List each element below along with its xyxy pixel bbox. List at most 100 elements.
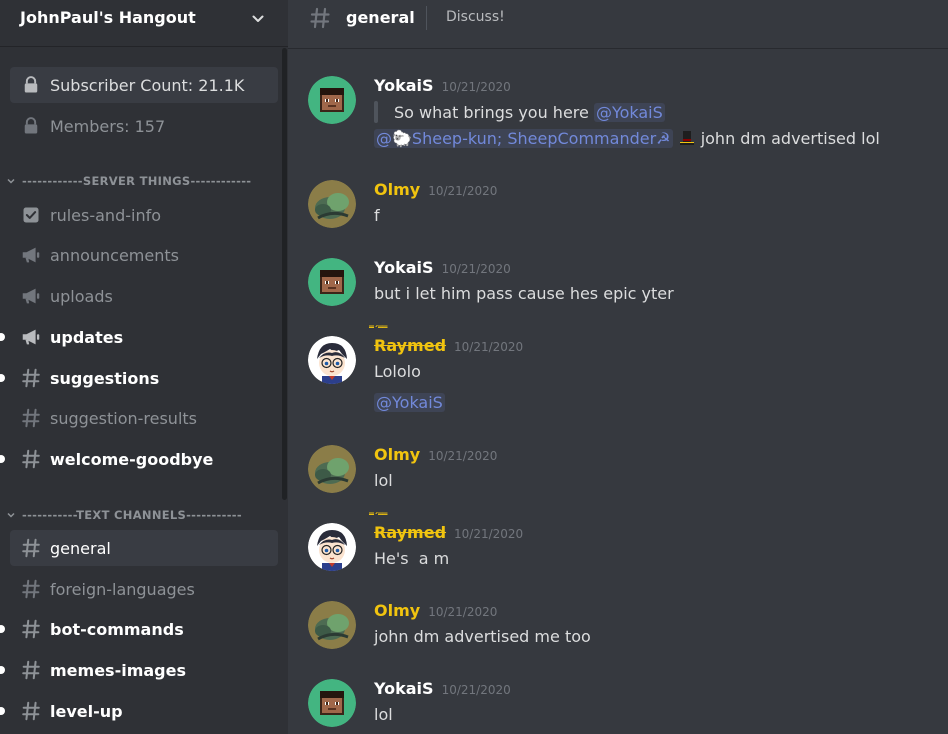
- channel-level-up[interactable]: level-up: [0, 693, 278, 729]
- channel-label: level-up: [50, 701, 123, 721]
- user-mention[interactable]: @YokaiS: [374, 393, 445, 412]
- divider: [426, 6, 427, 30]
- hash-icon: [20, 448, 42, 470]
- quote-body: So what brings you here: [394, 103, 594, 122]
- chevron-down-icon: [7, 512, 15, 518]
- channel-label: general: [50, 538, 111, 558]
- hash-icon: [20, 367, 42, 389]
- unread-indicator: [0, 455, 5, 463]
- hash-icon: [20, 618, 42, 640]
- message-text: @YokaiS: [374, 393, 445, 412]
- author-name[interactable]: Olmy: [374, 180, 420, 199]
- quote-text: So what brings you here @YokaiS: [394, 103, 665, 122]
- channel-label: suggestion-results: [50, 408, 197, 428]
- timestamp: 10/21/2020: [441, 80, 511, 94]
- timestamp: 10/21/2020: [454, 527, 524, 541]
- author-name[interactable]: Olmy: [374, 601, 420, 620]
- author-name[interactable]: Olmy: [374, 445, 420, 464]
- hash-icon: [20, 700, 42, 722]
- message: YokaiS 10/21/2020 lol: [288, 679, 948, 729]
- chat-header: general Discuss!: [288, 0, 948, 48]
- channel-bot-commands[interactable]: bot-commands: [0, 611, 278, 647]
- message-body: john dm advertised lol: [695, 129, 880, 148]
- timestamp: 10/21/2020: [441, 262, 511, 276]
- stat-label: Members: 157: [50, 116, 166, 136]
- author-text: Raymed: [374, 523, 447, 542]
- avatar[interactable]: [308, 336, 356, 384]
- top-hat-emoji-icon: [678, 129, 696, 147]
- message: Olmy 10/21/2020 john dm advertised me too: [288, 601, 948, 651]
- avatar[interactable]: [308, 523, 356, 571]
- author-name[interactable]: YokaiS: [374, 679, 434, 698]
- avatar[interactable]: [308, 679, 356, 727]
- avatar[interactable]: [308, 258, 356, 306]
- sidebar-scrollbar[interactable]: [282, 48, 287, 500]
- hash-icon: [20, 407, 42, 429]
- channel-label: updates: [50, 327, 124, 347]
- megaphone-icon: [20, 285, 42, 307]
- channel-foreign-languages[interactable]: foreign-languages: [10, 571, 278, 607]
- channel-memes-images[interactable]: memes-images: [0, 652, 278, 688]
- message: YokaiS 10/21/2020 So what brings you here…: [288, 76, 948, 156]
- chevron-down-icon: [7, 178, 15, 184]
- category-text-channels[interactable]: -----------TEXT CHANNELS-----------: [6, 507, 242, 523]
- hash-icon: [20, 659, 42, 681]
- author-name[interactable]: YokaiS: [374, 76, 434, 95]
- message-text: f: [374, 206, 380, 225]
- avatar[interactable]: [308, 445, 356, 493]
- channel-label: rules-and-info: [50, 205, 161, 225]
- stat-channel-subscribers[interactable]: Subscriber Count: 21.1K: [10, 67, 278, 103]
- lock-icon: [20, 74, 42, 96]
- author-name[interactable]: YokaiS: [374, 258, 434, 277]
- channel-sidebar: JohnPaul's Hangout Subscriber Count: 21.…: [0, 0, 288, 734]
- channel-welcome-goodbye[interactable]: welcome-goodbye: [0, 441, 278, 477]
- timestamp: 10/21/2020: [428, 449, 498, 463]
- channel-label: announcements: [50, 245, 179, 265]
- hash-icon: [20, 537, 42, 559]
- stat-label: Subscriber Count: 21.1K: [50, 75, 245, 95]
- avatar[interactable]: [308, 601, 356, 649]
- message-text: @🐑Sheep-kun; SheepCommander☭ john dm adv…: [374, 129, 880, 148]
- category-label: -----------TEXT CHANNELS-----------: [22, 508, 242, 522]
- hash-icon: [20, 578, 42, 600]
- channel-rules-and-info[interactable]: rules-and-info: [10, 197, 278, 233]
- avatar[interactable]: [308, 180, 356, 228]
- timestamp: 10/21/2020: [441, 683, 511, 697]
- avatar[interactable]: [308, 76, 356, 124]
- channel-label: foreign-languages: [50, 579, 195, 599]
- megaphone-icon: [20, 326, 42, 348]
- message-text: He's a m: [374, 549, 450, 568]
- channel-updates[interactable]: updates: [0, 319, 278, 355]
- channel-topic[interactable]: Discuss!: [446, 9, 505, 25]
- stat-channel-members[interactable]: Members: 157: [10, 108, 278, 144]
- server-header[interactable]: JohnPaul's Hangout: [0, 0, 288, 46]
- author-name[interactable]: ̿̿ ́ ̿ ̿ Raymed: [374, 325, 446, 355]
- user-mention[interactable]: @🐑Sheep-kun; SheepCommander☭: [374, 129, 673, 148]
- rules-check-icon: [20, 204, 42, 226]
- channel-uploads[interactable]: uploads: [10, 278, 278, 314]
- message-text: lol: [374, 705, 393, 724]
- message-text: but i let him pass cause hes epic yter: [374, 284, 674, 303]
- category-server-things[interactable]: ------------SERVER THINGS------------: [6, 173, 251, 189]
- message: YokaiS 10/21/2020 but i let him pass caus…: [288, 258, 948, 308]
- server-name: JohnPaul's Hangout: [20, 8, 196, 27]
- channel-general[interactable]: general: [10, 530, 278, 566]
- channel-suggestions[interactable]: suggestions: [0, 360, 278, 396]
- author-decoration: ̿̿ ́ ̿ ̿: [374, 325, 389, 336]
- author-decoration: ̿̿ ́ ̿ ̿: [374, 512, 389, 523]
- message: Olmy 10/21/2020 lol: [288, 445, 948, 495]
- message: ̿̿ ́ ̿ ̿ Raymed 10/21/2020 Lololo @YokaiS: [288, 325, 948, 416]
- unread-indicator: [0, 625, 5, 633]
- unread-indicator: [0, 374, 5, 382]
- quote-bar: [374, 101, 378, 123]
- channel-label: memes-images: [50, 660, 186, 680]
- channel-label: suggestions: [50, 368, 160, 388]
- channel-suggestion-results[interactable]: suggestion-results: [10, 400, 278, 436]
- unread-indicator: [0, 666, 5, 674]
- channel-announcements[interactable]: announcements: [10, 237, 278, 273]
- timestamp: 10/21/2020: [428, 184, 498, 198]
- author-name[interactable]: ̿̿ ́ ̿ ̿ Raymed: [374, 512, 447, 542]
- timestamp: 10/21/2020: [454, 340, 524, 354]
- user-mention[interactable]: @YokaiS: [593, 103, 665, 122]
- unread-indicator: [0, 707, 5, 715]
